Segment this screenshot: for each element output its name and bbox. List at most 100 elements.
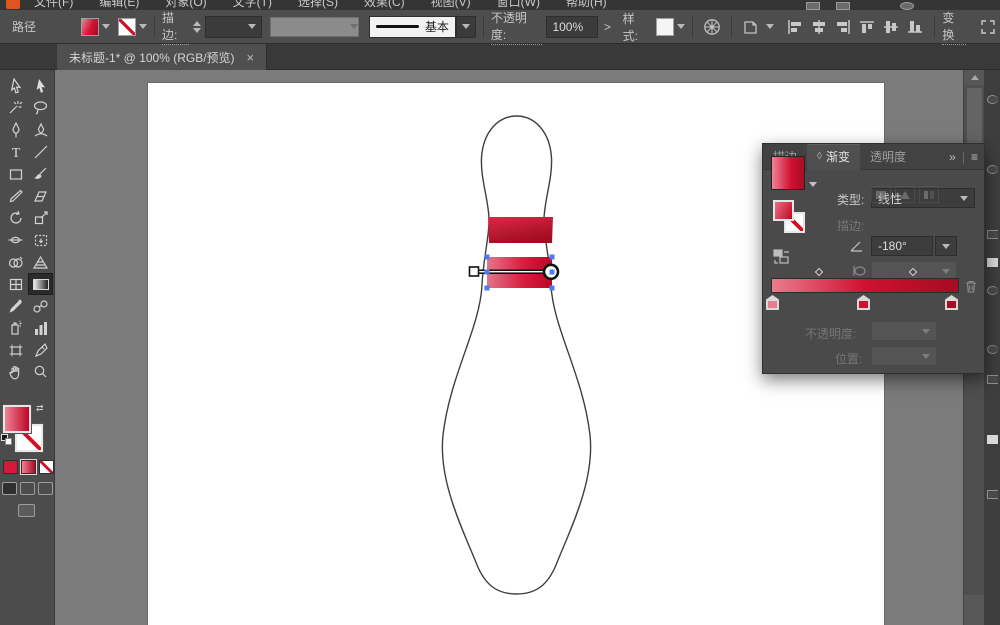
gradient-stop-1[interactable] [766, 295, 779, 310]
dock-transparency-icon[interactable] [987, 375, 998, 384]
document-tab[interactable]: 未标题-1* @ 100% (RGB/预览) × [57, 44, 267, 70]
brush-definition-select[interactable]: 基本 [369, 16, 456, 38]
stroke-color-swatch[interactable] [118, 18, 136, 36]
dock-appearance-icon[interactable] [987, 435, 998, 444]
swap-fill-stroke-icon[interactable]: ⇄ [36, 403, 44, 414]
shaper-tool[interactable] [4, 186, 27, 206]
menu-file[interactable]: 文件(F) [34, 0, 73, 10]
style-swatch[interactable] [656, 18, 674, 36]
draw-inside-mode-button[interactable] [38, 482, 53, 495]
direct-selection-tool[interactable] [4, 76, 27, 96]
type-tool[interactable]: T [4, 142, 27, 162]
selection-tool[interactable] [29, 76, 52, 96]
scale-tool[interactable] [29, 208, 52, 228]
screen-mode-button[interactable] [18, 504, 35, 517]
shape-builder-tool[interactable] [4, 252, 27, 272]
width-tool[interactable] [4, 230, 27, 250]
tab-transparency[interactable]: 透明度 [860, 144, 916, 170]
opacity-label[interactable]: 不透明度: [491, 9, 542, 45]
pen-tool[interactable] [4, 120, 27, 140]
gradient-stop-3[interactable] [945, 295, 958, 310]
arrange-docs-icon[interactable] [836, 2, 850, 10]
menu-view[interactable]: 视图(V) [431, 0, 471, 10]
menu-help[interactable]: 帮助(H) [566, 0, 607, 10]
rotate-tool[interactable] [4, 208, 27, 228]
recolor-artwork-icon[interactable] [700, 15, 724, 39]
brush-dropdown-button[interactable] [456, 16, 476, 38]
gradient-angle-dropdown[interactable] [935, 236, 957, 256]
gradient-mode-button[interactable] [21, 460, 36, 474]
align-left-icon[interactable] [783, 15, 807, 39]
transform-link[interactable]: 变换 [942, 9, 966, 45]
dock-symbols-icon[interactable] [987, 286, 998, 295]
opacity-input[interactable]: 100% [546, 16, 597, 38]
stroke-weight-stepper[interactable] [193, 21, 201, 33]
paintbrush-tool[interactable] [29, 164, 52, 184]
gradient-midpoint-1[interactable] [815, 268, 823, 276]
magic-wand-tool[interactable] [4, 98, 27, 118]
perspective-grid-tool[interactable] [29, 252, 52, 272]
menu-effect[interactable]: 效果(C) [364, 0, 405, 10]
none-mode-button[interactable] [39, 460, 54, 474]
artboard-tool[interactable] [4, 340, 27, 360]
fill-swatch[interactable] [3, 405, 31, 433]
symbol-sprayer-tool[interactable] [4, 318, 27, 338]
default-fill-stroke-icon[interactable] [1, 434, 12, 445]
dock-layers-icon[interactable] [987, 490, 998, 499]
gradient-slider-bar[interactable] [771, 278, 959, 293]
scroll-up-button[interactable] [964, 70, 985, 85]
tab-gradient[interactable]: ◊ 渐变 [807, 144, 860, 170]
align-vcenter-icon[interactable] [879, 15, 903, 39]
stroke-weight-input[interactable] [205, 16, 262, 38]
dock-swatches-icon[interactable] [987, 165, 998, 174]
free-transform-tool[interactable] [29, 230, 52, 250]
gradient-preview-swatch[interactable] [771, 156, 805, 190]
search-icon[interactable] [900, 2, 914, 10]
draw-normal-mode-button[interactable] [2, 482, 17, 495]
slice-tool[interactable] [29, 340, 52, 360]
align-bottom-icon[interactable] [903, 15, 927, 39]
opacity-more-button[interactable]: > [604, 20, 611, 34]
panel-menu-icon[interactable]: ≡ [971, 150, 978, 164]
gradient-tool[interactable] [29, 274, 52, 294]
dock-gradient-icon[interactable] [987, 258, 998, 267]
align-top-icon[interactable] [855, 15, 879, 39]
fill-dropdown-icon[interactable] [102, 24, 110, 29]
expand-panel-icon[interactable] [976, 15, 1000, 39]
gradient-stop-2[interactable] [857, 295, 870, 310]
zoom-tool[interactable] [29, 362, 52, 382]
blend-tool[interactable] [29, 296, 52, 316]
column-graph-tool[interactable] [29, 318, 52, 338]
align-right-icon[interactable] [831, 15, 855, 39]
menu-type[interactable]: 文字(T) [233, 0, 272, 10]
stroke-weight-label[interactable]: 描边: [162, 9, 189, 45]
eyedropper-tool[interactable] [4, 296, 27, 316]
draw-behind-mode-button[interactable] [20, 482, 35, 495]
dock-stroke-icon[interactable] [987, 345, 998, 354]
eraser-tool[interactable] [29, 186, 52, 206]
menu-window[interactable]: 窗口(W) [497, 0, 540, 10]
tab-close-icon[interactable]: × [247, 50, 255, 65]
width-profile-select[interactable] [270, 17, 359, 37]
scrollbar-thumb[interactable] [967, 88, 982, 146]
gradient-preset-dropdown-icon[interactable] [809, 182, 817, 187]
document-setup-icon[interactable] [739, 15, 763, 39]
dock-brushes-icon[interactable] [987, 230, 998, 239]
fill-color-swatch[interactable] [81, 18, 99, 36]
stroke-dropdown-icon[interactable] [139, 24, 147, 29]
menu-object[interactable]: 对象(O) [165, 0, 206, 10]
gradient-angle-input[interactable]: -180° [871, 236, 933, 256]
dock-color-icon[interactable] [987, 95, 998, 104]
line-segment-tool[interactable] [29, 142, 52, 162]
mesh-tool[interactable] [4, 274, 27, 294]
document-setup-dropdown-icon[interactable] [766, 24, 774, 29]
panel-overflow-icon[interactable]: » [949, 150, 956, 164]
panel-fill-proxy[interactable] [773, 200, 794, 221]
menu-select[interactable]: 选择(S) [298, 0, 338, 10]
rectangle-tool[interactable] [4, 164, 27, 184]
curvature-tool[interactable] [29, 120, 52, 140]
align-hcenter-icon[interactable] [807, 15, 831, 39]
color-mode-button[interactable] [3, 460, 18, 474]
menu-edit[interactable]: 编辑(E) [99, 0, 139, 10]
reverse-gradient-icon[interactable] [772, 248, 792, 269]
